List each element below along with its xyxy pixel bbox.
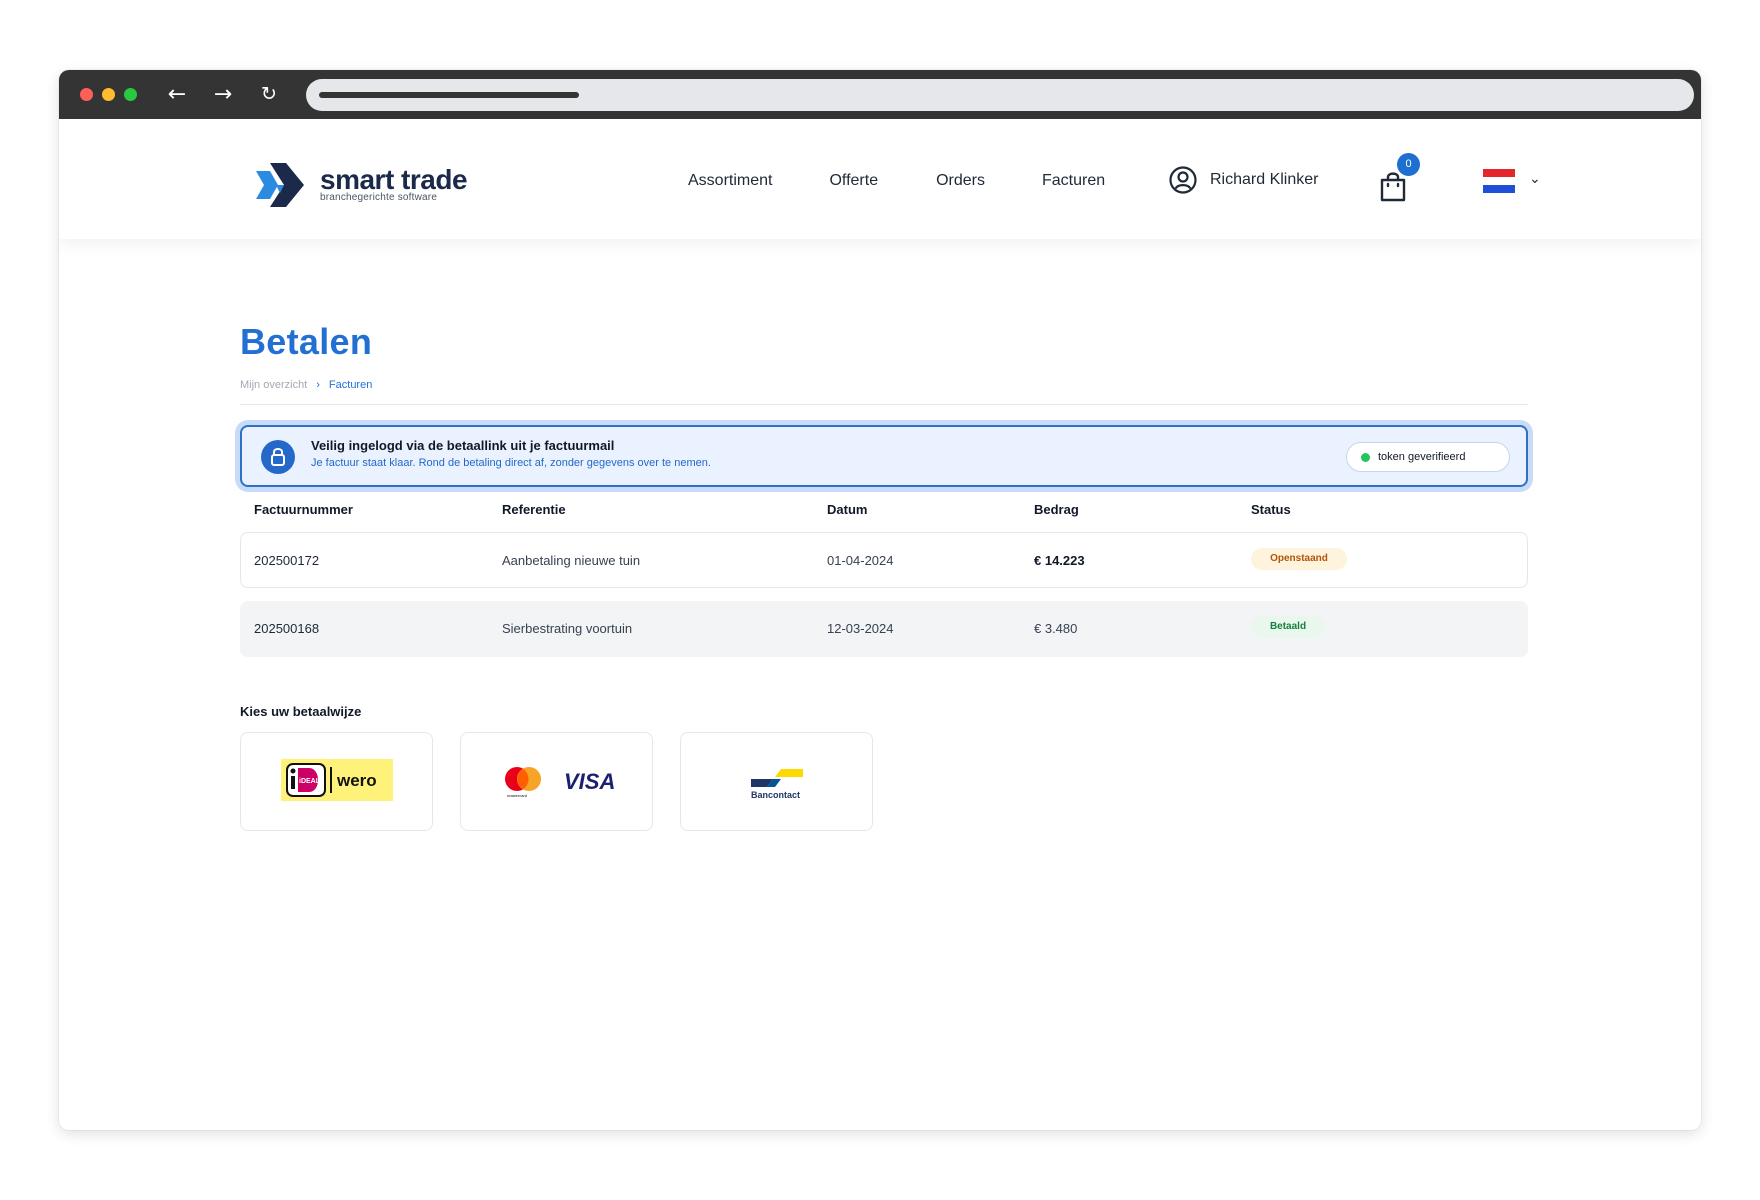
smart-trade-logo-icon xyxy=(256,163,304,207)
payment-method-title: Kies uw betaalwijze xyxy=(240,704,362,719)
status-badge: Betaald xyxy=(1251,616,1325,638)
menu-item-facturen[interactable]: Facturen xyxy=(1042,171,1105,191)
breadcrumb: Mijn overzicht › Facturen xyxy=(240,379,372,391)
breadcrumb-item-overzicht[interactable]: Mijn overzicht xyxy=(240,379,307,391)
status-dot-icon xyxy=(1361,452,1370,462)
browser-window: ← → ↻ smart trade branchegerichte softwa… xyxy=(59,70,1701,1130)
status-badge: Openstaand xyxy=(1251,548,1347,570)
logo[interactable]: smart trade branchegerichte software xyxy=(256,163,468,207)
ideal-wero-logo-icon: iDEAL wero xyxy=(281,759,393,801)
maximize-window-button[interactable] xyxy=(124,88,137,101)
visa-logo-text: VISA xyxy=(564,769,615,794)
token-verified-label: token geverifieerd xyxy=(1378,451,1466,463)
page-title: Betalen xyxy=(240,321,373,362)
invoice-reference: Sierbestrating voortuin xyxy=(502,621,633,636)
column-header-status: Status xyxy=(1251,502,1291,517)
address-bar-text-placeholder xyxy=(319,91,579,98)
invoice-number: 202500168 xyxy=(254,621,320,636)
token-verified-badge: token geverifieerd xyxy=(1346,442,1510,472)
main-menu: Assortiment Offerte Orders Facturen xyxy=(688,171,1162,191)
back-arrow-icon[interactable]: ← xyxy=(154,83,200,106)
table-row[interactable]: 202500168 Sierbestrating voortuin 12-03-… xyxy=(240,601,1528,657)
secure-login-notice: Veilig ingelogd via de betaallink uit je… xyxy=(240,425,1528,487)
invoice-date: 12-03-2024 xyxy=(827,621,894,636)
notice-title: Veilig ingelogd via de betaallink uit je… xyxy=(311,438,615,453)
menu-item-offerte[interactable]: Offerte xyxy=(829,171,878,191)
mastercard-logo-text: mastercard xyxy=(507,793,527,798)
lock-icon xyxy=(261,440,295,474)
site-header: smart trade branchegerichte software Ass… xyxy=(59,119,1701,239)
notice-subtitle: Je factuur staat klaar. Rond de betaling… xyxy=(311,457,711,469)
browser-toolbar: ← → ↻ xyxy=(59,70,1701,119)
close-window-button[interactable] xyxy=(80,88,93,101)
menu-item-orders[interactable]: Orders xyxy=(936,171,985,191)
invoice-amount: € 3.480 xyxy=(1034,621,1078,636)
minimize-window-button[interactable] xyxy=(102,88,115,101)
cart-count-badge: 0 xyxy=(1397,153,1420,176)
reload-icon[interactable]: ↻ xyxy=(246,85,292,104)
table-row[interactable]: 202500172 Aanbetaling nieuwe tuin 01-04-… xyxy=(240,532,1528,588)
breadcrumb-separator: › xyxy=(316,379,320,391)
payment-method-bancontact[interactable]: Bancontact xyxy=(680,732,873,831)
invoice-date: 01-04-2024 xyxy=(827,553,894,568)
breadcrumb-item-facturen[interactable]: Facturen xyxy=(329,379,372,391)
ideal-logo-text: iDEAL xyxy=(299,778,321,785)
column-header-datum: Datum xyxy=(827,502,868,517)
divider xyxy=(240,404,1528,405)
mastercard-visa-logo-icon: mastercard VISA xyxy=(505,767,615,798)
nl-flag-icon[interactable] xyxy=(1483,169,1515,193)
column-header-factuurnummer: Factuurnummer xyxy=(254,502,353,517)
bancontact-logo-text: Bancontact xyxy=(751,790,800,800)
column-header-bedrag: Bedrag xyxy=(1034,502,1079,517)
user-account[interactable]: Richard Klinker xyxy=(1168,165,1318,195)
logo-name: smart trade xyxy=(320,164,468,195)
invoice-number: 202500172 xyxy=(254,553,320,568)
invoice-amount: € 14.223 xyxy=(1034,553,1085,568)
payment-method-ideal-wero[interactable]: iDEAL wero xyxy=(240,732,433,831)
bancontact-logo-icon: Bancontact xyxy=(751,769,803,800)
address-bar[interactable] xyxy=(306,78,1694,111)
wero-logo-text: wero xyxy=(336,771,377,790)
forward-arrow-icon[interactable]: → xyxy=(200,83,246,106)
user-name: Richard Klinker xyxy=(1210,171,1319,188)
menu-item-assortiment[interactable]: Assortiment xyxy=(688,171,772,191)
column-header-referentie: Referentie xyxy=(502,502,566,517)
payment-method-card[interactable]: mastercard VISA xyxy=(460,732,653,831)
chevron-down-icon[interactable]: ⌄ xyxy=(1529,171,1541,187)
invoice-reference: Aanbetaling nieuwe tuin xyxy=(502,553,641,568)
user-circle-icon xyxy=(1169,166,1197,194)
